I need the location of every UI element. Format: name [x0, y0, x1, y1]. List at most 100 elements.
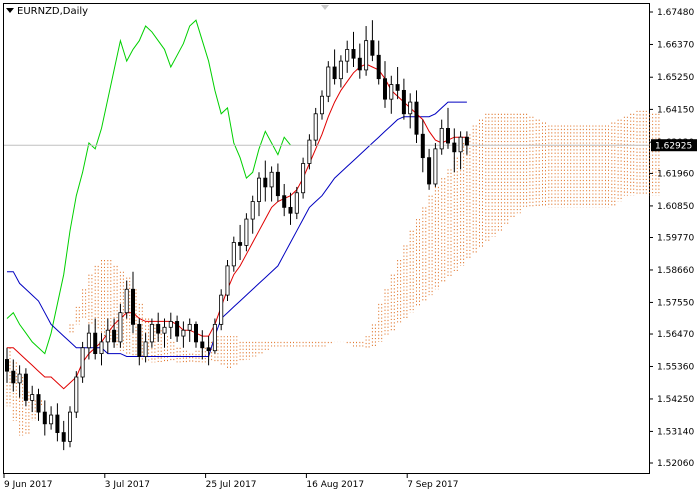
candle-body — [225, 265, 230, 296]
candle — [225, 260, 230, 301]
candle-body — [256, 177, 261, 202]
candle-body — [175, 321, 180, 337]
candle — [86, 324, 91, 360]
candle-body — [282, 195, 287, 208]
candle — [319, 90, 324, 120]
candle-body — [269, 171, 274, 188]
candle — [370, 20, 375, 62]
candle-body — [389, 84, 394, 100]
chikou-span-line — [6, 19, 291, 355]
candle — [282, 183, 287, 217]
candle — [364, 26, 369, 76]
candle-body — [433, 148, 438, 185]
candle-body — [162, 326, 167, 334]
candle — [149, 318, 154, 348]
candle — [181, 321, 186, 348]
candle — [414, 90, 419, 144]
candle-body — [294, 192, 299, 214]
y-tick-label: 1.65250 — [657, 73, 694, 83]
symbol-label: EURNZD,Daily — [17, 6, 89, 17]
y-tick-label: 1.52060 — [657, 459, 694, 469]
y-tick-label: 1.54250 — [657, 395, 694, 405]
y-tick-label: 1.57550 — [657, 298, 694, 308]
candle-body — [149, 323, 154, 343]
candle-body — [55, 414, 60, 433]
candle — [458, 131, 463, 170]
candle-body — [414, 101, 419, 135]
candle-body — [11, 370, 16, 384]
candle-body — [464, 136, 469, 146]
candle — [338, 55, 343, 88]
current-price-marker: 1.62925 — [651, 139, 697, 152]
candle-body — [118, 312, 123, 343]
candle — [30, 385, 35, 413]
candle-body — [301, 163, 306, 194]
candle — [294, 186, 299, 220]
candle — [408, 93, 413, 129]
dropdown-triangle-icon[interactable] — [6, 8, 14, 13]
candle — [301, 157, 306, 199]
candle-body — [168, 321, 173, 328]
candle-body — [68, 411, 73, 442]
candle — [42, 400, 47, 436]
y-tick-label: 1.55360 — [657, 362, 694, 372]
candle-body — [313, 113, 318, 141]
candle — [61, 420, 66, 451]
candle — [313, 107, 318, 146]
symbol-title[interactable]: EURNZD,Daily — [6, 6, 88, 17]
candle — [193, 321, 198, 348]
candle-body — [156, 323, 161, 334]
candle-body — [5, 359, 10, 372]
candle-body — [345, 49, 350, 62]
candle-body — [338, 60, 343, 80]
candle — [17, 365, 22, 398]
candle-body — [181, 329, 186, 337]
candle — [395, 66, 400, 100]
candle — [439, 119, 444, 155]
candle — [244, 213, 249, 252]
candle-body — [382, 78, 387, 100]
candle — [156, 312, 161, 342]
candle — [263, 160, 268, 202]
y-tick-label: 1.53140 — [657, 427, 694, 437]
candle — [118, 303, 123, 348]
price-chart[interactable]: 1.674801.663701.652501.641501.630301.619… — [0, 0, 700, 500]
candle-body — [288, 206, 293, 214]
candle — [382, 61, 387, 108]
candle — [206, 336, 211, 366]
y-tick-label: 1.58660 — [657, 266, 694, 276]
candle — [326, 61, 331, 103]
candle-body — [17, 373, 22, 384]
candle — [137, 318, 142, 366]
candle — [238, 224, 243, 261]
candle-body — [143, 341, 148, 357]
candle-body — [458, 136, 463, 153]
candle-body — [395, 84, 400, 91]
candle — [427, 148, 432, 190]
y-tick-label: 1.67480 — [657, 8, 694, 18]
y-tick-label: 1.56470 — [657, 330, 694, 340]
candle-body — [427, 157, 432, 185]
candle-body — [124, 288, 129, 314]
candle-body — [200, 341, 205, 349]
candle-body — [23, 373, 28, 401]
candle — [288, 192, 293, 225]
candle — [420, 119, 425, 173]
candle — [389, 75, 394, 114]
candle-body — [105, 329, 110, 343]
candle-body — [401, 89, 406, 115]
candle — [93, 318, 98, 360]
scroll-marker-icon[interactable] — [321, 5, 329, 10]
candles — [5, 20, 469, 451]
candle-body — [193, 323, 198, 343]
candle-body — [231, 242, 236, 267]
candle — [36, 388, 41, 421]
candle-body — [244, 218, 249, 246]
candle — [130, 271, 135, 334]
candle-body — [212, 323, 217, 352]
time-axis: 9 Jun 2017 3 Jul 2017 25 Jul 2017 16 Aug 20… — [3, 473, 459, 490]
candle — [168, 312, 173, 339]
candle — [55, 403, 60, 442]
candle-body — [238, 242, 243, 246]
candle-body — [263, 177, 268, 188]
